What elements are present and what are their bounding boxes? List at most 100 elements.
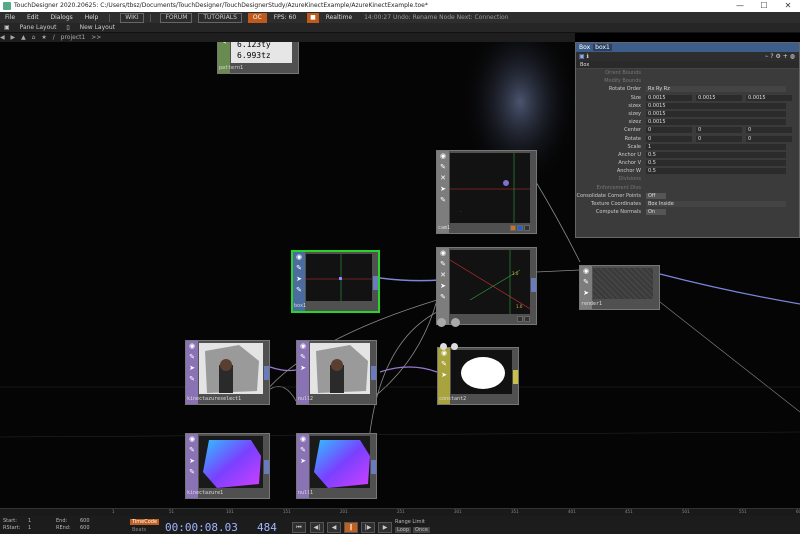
param-value-field[interactable]: 0 [696, 135, 742, 142]
param-value-field[interactable]: On [646, 209, 666, 216]
node-null2[interactable]: ◉ ✎ ➤ null2 [296, 340, 377, 405]
eye-icon[interactable]: ◉ [186, 341, 198, 352]
cross-icon[interactable]: ✕ [437, 270, 449, 281]
eye-icon[interactable]: ◉ [186, 434, 198, 445]
arrow-icon[interactable]: ➤ [297, 456, 309, 467]
start-value[interactable]: 1 [28, 518, 31, 524]
node-label[interactable]: render1 [581, 300, 602, 309]
pencil-icon[interactable]: ✎ [293, 263, 305, 274]
pencil-icon[interactable]: ✎ [293, 285, 305, 296]
back-icon[interactable]: ◀ [0, 34, 5, 41]
param-value-field[interactable]: 0.5 [646, 160, 786, 167]
go-start-icon[interactable]: ⏮ [292, 522, 306, 533]
path-root[interactable]: / [53, 34, 55, 41]
param-value-field[interactable]: 0 [746, 127, 792, 134]
param-value-field[interactable]: 0.5 [646, 151, 786, 158]
menu-dialogs[interactable]: Dialogs [46, 12, 78, 23]
param-value-field[interactable]: 0 [746, 135, 792, 142]
node-constant2[interactable]: ◉ ✎ ➤ constant2 [437, 347, 519, 405]
play-backward-icon[interactable]: ◀ [327, 522, 341, 533]
pencil-icon[interactable]: ✎ [186, 374, 198, 385]
pencil-icon[interactable]: ✎ [438, 359, 450, 370]
eye-icon[interactable]: ◉ [293, 252, 305, 263]
add-icon[interactable]: + [783, 53, 788, 60]
pane-layout-icon[interactable]: ▣ [0, 23, 14, 33]
pencil-icon[interactable]: ✎ [186, 467, 198, 478]
node-box1[interactable]: ◉ ✎ ➤ ✎ box1 [291, 250, 380, 313]
info-icon[interactable]: ℹ [587, 53, 589, 60]
param-value-field[interactable]: 0 [646, 135, 692, 142]
forum-button[interactable]: FORUM [160, 13, 193, 23]
pencil-icon[interactable]: ✎ [437, 195, 449, 206]
node-output-connector[interactable] [513, 370, 518, 385]
arrow-icon[interactable]: ➤ [580, 288, 592, 299]
cross-icon[interactable]: ✕ [437, 173, 449, 184]
node-output-connector[interactable] [531, 278, 536, 293]
path-expand[interactable]: >> [91, 34, 101, 41]
close-button[interactable]: ✕ [776, 0, 800, 12]
node-output-connector[interactable] [264, 366, 269, 381]
layout-1-icon[interactable]: ▯ [62, 23, 73, 33]
rstart-value[interactable]: 1 [28, 525, 31, 531]
param-value-field[interactable]: 0.0015 [646, 102, 786, 109]
end-value[interactable]: 600 [80, 518, 90, 524]
arrow-icon[interactable]: ➤ [297, 363, 309, 374]
timeline-ruler[interactable]: 151101151201251301351401451501551601 [0, 508, 800, 516]
pencil-icon[interactable]: ✎ [437, 259, 449, 270]
geo-toggle-icon[interactable] [451, 318, 460, 327]
pencil-icon[interactable]: ✎ [297, 352, 309, 363]
param-value-field[interactable]: 0.0015 [696, 94, 742, 101]
new-layout-label[interactable]: New Layout [76, 23, 119, 33]
node-cam1[interactable]: ◉ ✎ ✕ ➤ ✎ · cam1 [436, 150, 537, 234]
path-project1[interactable]: project1 [61, 34, 86, 41]
node-label[interactable]: cam1 [438, 224, 450, 233]
node-output-connector[interactable] [371, 366, 376, 381]
beats-toggle[interactable]: Beats [132, 527, 146, 533]
pane-layout-label[interactable]: Pane Layout [16, 23, 61, 33]
pencil-icon[interactable]: ✎ [218, 42, 230, 48]
param-value-field[interactable]: 0.0015 [646, 94, 692, 101]
arrow-icon[interactable]: ➤ [186, 363, 198, 374]
pencil-icon[interactable]: ✎ [437, 292, 449, 303]
eye-icon[interactable]: ◉ [437, 248, 449, 259]
node-pattern1[interactable]: ✎ 6.123ty 6.993tz pattern1 [217, 42, 299, 74]
param-value-field[interactable]: 0 [646, 127, 692, 134]
up-icon[interactable]: ▲ [21, 34, 26, 41]
eye-icon[interactable]: ◉ [580, 266, 592, 277]
forward-icon[interactable]: ▶ [11, 34, 16, 41]
param-value-field[interactable]: Off [646, 192, 666, 199]
node-label[interactable]: box1 [294, 302, 306, 311]
timecode-display[interactable]: 00:00:08.03 [165, 521, 238, 534]
python-icon[interactable]: ⌁ [765, 53, 769, 60]
pencil-icon[interactable]: ✎ [186, 445, 198, 456]
wiki-button[interactable]: WIKI [120, 13, 144, 23]
node-kinectazureselect1[interactable]: ◉ ✎ ➤ ✎ kinectazureselect1 [185, 340, 270, 405]
rend-value[interactable]: 600 [80, 525, 90, 531]
oc-badge[interactable]: OC [247, 13, 267, 23]
node-label[interactable]: kinectazureselect1 [187, 395, 241, 404]
maximize-button[interactable]: ☐ [752, 0, 776, 12]
tutorials-button[interactable]: TUTORIALS [198, 13, 242, 23]
arrow-icon[interactable]: ➤ [293, 274, 305, 285]
node-label[interactable]: null2 [298, 395, 313, 404]
globe-icon[interactable]: ◍ [790, 53, 795, 60]
step-forward-icon[interactable]: |▶ [361, 522, 375, 533]
node-kinectazure1[interactable]: ◉ ✎ ➤ ✎ kinectazure1 [185, 433, 270, 499]
settings-icon[interactable]: ⚙ [775, 53, 780, 60]
node-label[interactable]: constant2 [439, 395, 466, 404]
range-once-button[interactable]: Once [413, 527, 430, 533]
pencil-icon[interactable]: ✎ [580, 277, 592, 288]
arrow-icon[interactable]: ➤ [186, 456, 198, 467]
play-forward-icon[interactable]: ▶ [378, 522, 392, 533]
pencil-icon[interactable]: ✎ [437, 162, 449, 173]
menu-edit[interactable]: Edit [22, 12, 44, 23]
constant-toggle-icon[interactable] [440, 343, 447, 350]
minimize-button[interactable]: — [728, 0, 752, 12]
help-icon[interactable]: ? [770, 53, 773, 60]
node-output-connector[interactable] [264, 459, 269, 474]
eye-icon[interactable]: ◉ [297, 434, 309, 445]
realtime-toggle[interactable]: ■ [307, 13, 319, 23]
menu-file[interactable]: File [0, 12, 20, 23]
eye-icon[interactable]: ◉ [437, 151, 449, 162]
arrow-icon[interactable]: ➤ [437, 184, 449, 195]
